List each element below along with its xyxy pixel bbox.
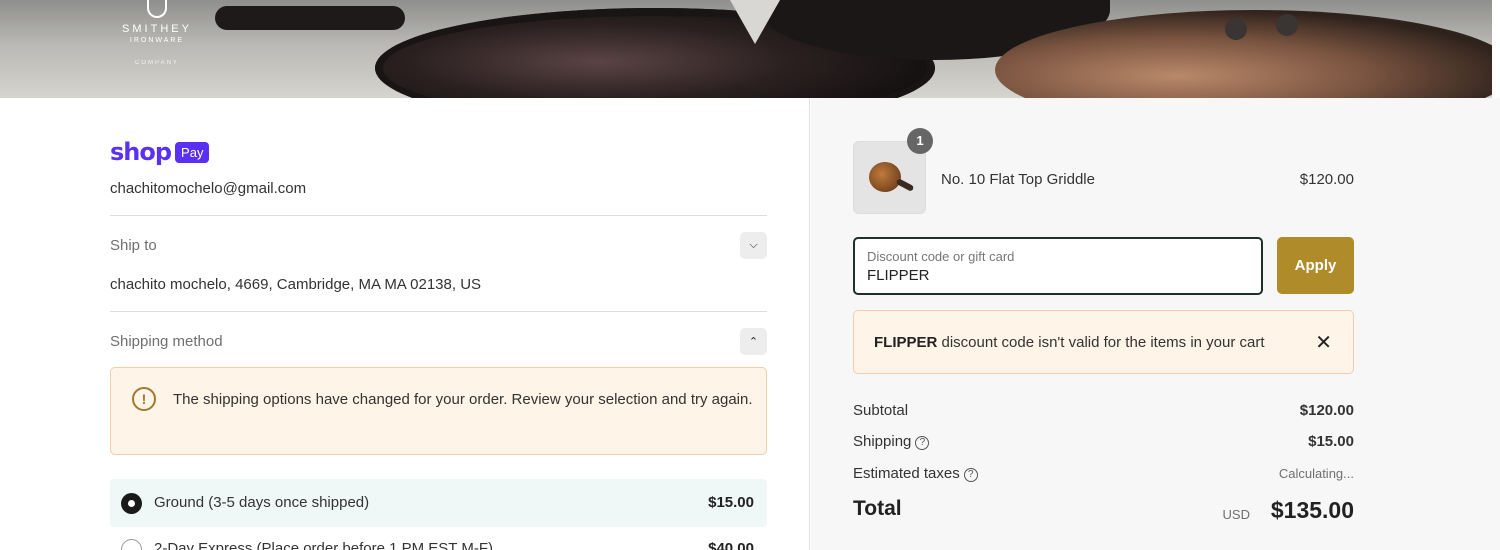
shipping-option-label: 2-Day Express (Place order before 1 PM E… — [154, 540, 493, 550]
shipping-notice-text: The shipping options have changed for yo… — [173, 391, 753, 408]
owl-icon — [147, 0, 167, 18]
skillet-handle-image — [215, 6, 405, 30]
currency-code: USD — [1222, 507, 1250, 522]
shipping-option-price: $15.00 — [708, 494, 754, 511]
error-message: discount code isn't valid for the items … — [937, 334, 1265, 351]
chevron-down-icon: ⌵ — [749, 239, 758, 251]
apply-button[interactable]: Apply — [1277, 237, 1354, 294]
shoppay-badge: Pay — [175, 141, 210, 163]
logo-co: COMPANY — [135, 60, 179, 66]
taxes-value: Calculating... — [1278, 466, 1354, 481]
error-code: FLIPPER — [874, 334, 938, 351]
close-icon[interactable]: ✕ — [1315, 330, 1332, 355]
subtotal-label: Subtotal — [853, 402, 909, 419]
help-icon[interactable]: ? — [963, 468, 978, 482]
discount-field[interactable]: Discount code or gift card — [853, 237, 1263, 295]
order-summary: 1 No. 10 Flat Top Griddle $120.00 Discou… — [811, 98, 1500, 550]
total-row: Total USD $135.00 — [853, 497, 1354, 523]
subtotal-value: $120.00 — [1299, 402, 1354, 419]
shipping-method-label: Shipping method — [110, 333, 223, 350]
shipping-value: $15.00 — [1308, 433, 1354, 450]
discount-placeholder: Discount code or gift card — [867, 249, 1015, 264]
logo-name: SMITHEY — [122, 23, 192, 35]
contact-email: chachitomochelo@gmail.com — [110, 180, 307, 197]
subtotal-row: Subtotal $120.00 — [853, 402, 1354, 419]
help-icon[interactable]: ? — [915, 436, 930, 450]
shoppay-logo: shop Pay — [110, 138, 210, 166]
hero-banner: SMITHEY IRONWARE COMPANY — [0, 0, 1492, 98]
divider — [110, 311, 767, 312]
shoppay-word: shop — [110, 138, 172, 166]
shipping-row: Shipping? $15.00 — [853, 433, 1354, 450]
total-value: $135.00 — [1270, 497, 1354, 523]
shipping-label: Shipping — [853, 433, 912, 450]
product-price: $120.00 — [1299, 171, 1354, 188]
shipping-notice: ! The shipping options have changed for … — [110, 367, 767, 455]
discount-error: FLIPPER discount code isn't valid for th… — [853, 310, 1354, 374]
checkout-details: shop Pay chachitomochelo@gmail.com Ship … — [0, 98, 810, 550]
discount-input[interactable] — [867, 267, 1247, 284]
ship-to-toggle[interactable]: ⌵ — [740, 232, 767, 259]
shipping-method-toggle[interactable]: ⌃ — [740, 328, 767, 355]
divider — [110, 215, 767, 216]
logo-sub: IRONWARE — [129, 37, 185, 44]
shipping-option-express[interactable]: 2-Day Express (Place order before 1 PM E… — [110, 527, 767, 550]
taxes-label: Estimated taxes — [853, 465, 960, 482]
ship-to-address: chachito mochelo, 4669, Cambridge, MA MA… — [110, 276, 482, 293]
ship-to-label: Ship to — [110, 237, 157, 254]
chevron-up-icon: ⌃ — [748, 336, 759, 348]
shipping-option-ground[interactable]: Ground (3-5 days once shipped) $15.00 — [110, 479, 767, 527]
alert-circle-icon: ! — [132, 387, 156, 411]
product-name: No. 10 Flat Top Griddle — [941, 171, 1095, 188]
taxes-row: Estimated taxes? Calculating... — [853, 465, 1354, 482]
total-label: Total — [853, 497, 902, 520]
radio-selected[interactable] — [121, 493, 142, 514]
shipping-option-price: $40.00 — [708, 540, 754, 550]
shipping-option-label: Ground (3-5 days once shipped) — [154, 494, 370, 511]
brand-logo[interactable]: SMITHEY IRONWARE COMPANY — [112, 0, 202, 80]
quantity-badge: 1 — [907, 128, 933, 154]
radio-unselected[interactable] — [121, 539, 142, 550]
